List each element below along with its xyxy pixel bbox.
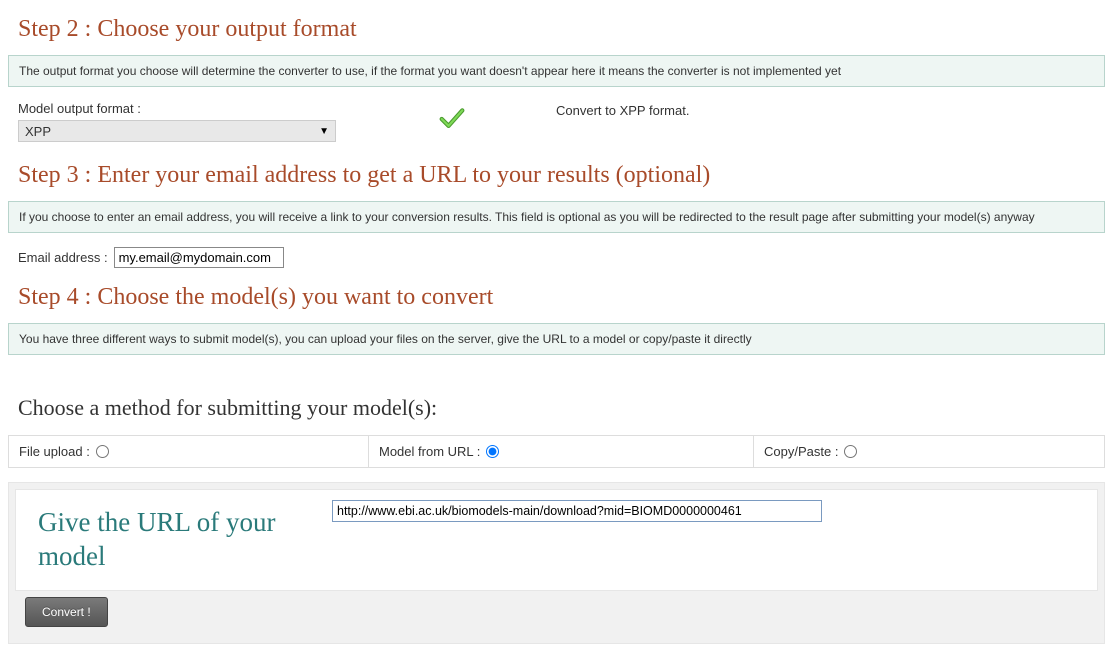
method-from-url-label: Model from URL :	[379, 444, 480, 459]
email-label: Email address :	[18, 250, 108, 265]
model-url-input[interactable]	[332, 500, 822, 522]
method-copy-paste-label: Copy/Paste :	[764, 444, 838, 459]
output-format-select[interactable]: XPP ▼	[18, 120, 336, 142]
step3-title: Step 3 : Enter your email address to get…	[18, 162, 1105, 189]
method-selector: File upload : Model from URL : Copy/Past…	[8, 435, 1105, 468]
step2-title: Step 2 : Choose your output format	[18, 16, 1105, 43]
method-subheader: Choose a method for submitting your mode…	[18, 395, 1105, 421]
step3-info: If you choose to enter an email address,…	[8, 201, 1105, 233]
method-from-url[interactable]: Model from URL :	[369, 436, 754, 467]
method-file-upload-radio[interactable]	[96, 445, 109, 458]
method-copy-paste-radio[interactable]	[844, 445, 857, 458]
method-from-url-radio[interactable]	[486, 445, 499, 458]
step4-title: Step 4 : Choose the model(s) you want to…	[18, 284, 1105, 311]
convert-description: Convert to XPP format.	[556, 101, 689, 118]
url-panel-title: Give the URL of your model	[16, 490, 332, 590]
email-input[interactable]	[114, 247, 284, 268]
method-copy-paste[interactable]: Copy/Paste :	[754, 436, 1104, 467]
step2-info: The output format you choose will determ…	[8, 55, 1105, 87]
chevron-down-icon: ▼	[319, 126, 329, 137]
output-format-selected: XPP	[25, 124, 51, 139]
method-file-upload[interactable]: File upload :	[9, 436, 369, 467]
url-panel: Give the URL of your model Convert !	[8, 482, 1105, 644]
checkmark-icon	[438, 107, 466, 131]
output-format-label: Model output format :	[18, 101, 348, 116]
convert-button[interactable]: Convert !	[25, 597, 108, 627]
step4-info: You have three different ways to submit …	[8, 323, 1105, 355]
method-file-upload-label: File upload :	[19, 444, 90, 459]
